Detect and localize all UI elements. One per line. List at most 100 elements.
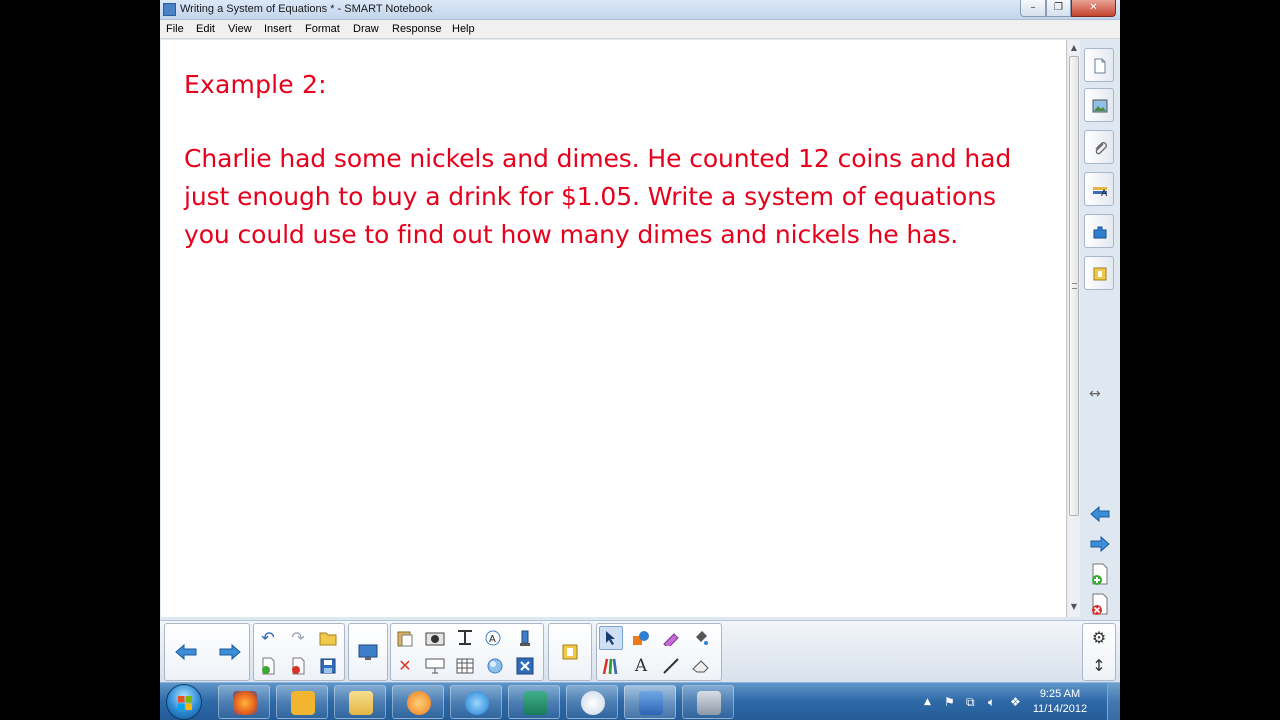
menu-view[interactable]: View	[228, 23, 252, 35]
delete-page-icon[interactable]	[1087, 591, 1113, 617]
insert-table-button[interactable]	[453, 654, 477, 678]
restore-button[interactable]: ❐	[1046, 0, 1071, 17]
problem-text-line[interactable]: you could use to find out how many dimes…	[184, 220, 958, 249]
menu-draw[interactable]: Draw	[353, 23, 379, 35]
eraser-icon	[692, 660, 709, 673]
paste-button[interactable]	[393, 626, 417, 650]
document-camera-button[interactable]	[453, 626, 477, 650]
spotlight-circle-icon	[487, 658, 503, 674]
redo-button[interactable]: ↷	[286, 626, 310, 650]
response-button[interactable]	[558, 640, 582, 664]
menu-response[interactable]: Response	[392, 23, 442, 35]
network-icon[interactable]: ⧉	[966, 695, 975, 710]
attachments-tab[interactable]	[1084, 130, 1114, 164]
text-tool-button[interactable]: A	[629, 654, 653, 678]
delete-page-button[interactable]	[286, 654, 310, 678]
gallery-tab[interactable]	[1084, 88, 1114, 122]
taskbar-outlook[interactable]	[276, 685, 328, 719]
screen-shade-button[interactable]	[356, 640, 380, 664]
handwriting-recognition-icon: A	[485, 630, 501, 646]
notebook-page[interactable]: Example 2: Charlie had some nickels and …	[161, 40, 1067, 617]
clock-time[interactable]: 9:25 AM	[1025, 688, 1095, 700]
line-icon	[663, 658, 679, 674]
cursor-arrow-icon	[606, 631, 615, 645]
explorer-icon	[349, 691, 373, 715]
close-tool-button[interactable]	[513, 654, 537, 678]
screen-capture-button[interactable]	[423, 626, 447, 650]
scroll-thumb[interactable]	[1069, 56, 1079, 516]
shapes-tool-button[interactable]	[629, 626, 653, 650]
close-button[interactable]: ✕	[1071, 0, 1116, 17]
pens-tool-button[interactable]	[599, 654, 623, 678]
menu-insert[interactable]: Insert	[264, 23, 292, 35]
eraser-tool-button[interactable]	[689, 654, 713, 678]
close-box-icon	[516, 657, 534, 675]
magic-pen-icon	[663, 633, 679, 646]
menu-help[interactable]: Help	[452, 23, 475, 35]
open-file-button[interactable]	[316, 626, 340, 650]
resize-handle-icon[interactable]: ↔	[1089, 386, 1101, 402]
start-button[interactable]	[166, 684, 202, 720]
taskbar-internet-explorer[interactable]	[450, 685, 502, 719]
tray-overflow-arrow-icon[interactable]: ▲	[924, 697, 931, 707]
properties-icon: A	[1093, 187, 1108, 198]
pen-stand-icon	[520, 630, 530, 646]
save-button[interactable]	[316, 654, 340, 678]
action-center-flag-icon[interactable]: ⚑	[944, 695, 955, 709]
select-tool-button[interactable]	[599, 626, 623, 650]
next-page-button[interactable]	[218, 640, 242, 664]
properties-tab[interactable]: A	[1084, 172, 1114, 206]
publisher-icon	[523, 691, 547, 715]
save-disk-icon	[320, 658, 336, 674]
problem-text-line[interactable]: Charlie had some nickels and dimes. He c…	[184, 144, 1011, 173]
menu-format[interactable]: Format	[305, 23, 340, 35]
magic-pen-button[interactable]	[659, 626, 683, 650]
taskbar-explorer[interactable]	[334, 685, 386, 719]
line-tool-button[interactable]	[659, 654, 683, 678]
add-page-button[interactable]	[256, 654, 280, 678]
minimize-button[interactable]: –	[1020, 0, 1046, 17]
paint-icon	[581, 691, 605, 715]
show-desktop-button[interactable]	[1107, 683, 1120, 720]
open-folder-icon	[319, 632, 337, 646]
document-camera-icon	[458, 630, 472, 645]
add-page-small-icon	[262, 657, 275, 675]
undo-button[interactable]: ↶	[256, 626, 280, 650]
add-page-icon[interactable]	[1087, 561, 1113, 587]
delete-button[interactable]: ✕	[393, 654, 417, 678]
move-toolbar-button[interactable]: ↕	[1087, 654, 1111, 678]
full-screen-button[interactable]	[423, 654, 447, 678]
customize-toolbar-button[interactable]: ⚙	[1087, 626, 1111, 650]
taskbar-media-player[interactable]	[392, 685, 444, 719]
taskbar-publisher[interactable]	[508, 685, 560, 719]
taskbar-smart-notebook[interactable]	[624, 685, 676, 719]
vertical-scrollbar[interactable]: ▲ ▼	[1068, 40, 1080, 617]
page-sorter-tab[interactable]	[1084, 48, 1114, 82]
fill-tool-button[interactable]	[689, 626, 713, 650]
display-screen-icon	[358, 644, 378, 660]
volume-icon[interactable]: 🔈︎	[988, 695, 995, 710]
taskbar-smart-tools[interactable]	[682, 685, 734, 719]
taskbar-firefox[interactable]	[218, 685, 270, 719]
menu-edit[interactable]: Edit	[196, 23, 215, 35]
handwriting-button[interactable]: A	[483, 626, 507, 650]
clock-date[interactable]: 11/14/2012	[1025, 703, 1095, 715]
example-heading[interactable]: Example 2:	[184, 70, 327, 99]
spotlight-button[interactable]	[483, 654, 507, 678]
scroll-up-arrow-icon[interactable]: ▲	[1068, 42, 1080, 54]
smart-notebook-app-icon	[163, 3, 176, 16]
addons-tab[interactable]	[1084, 214, 1114, 248]
menu-bar: File Edit View Insert Format Draw Respon…	[160, 20, 1120, 39]
next-page-icon[interactable]	[1087, 531, 1113, 557]
scroll-down-arrow-icon[interactable]: ▼	[1068, 601, 1080, 613]
previous-page-icon[interactable]	[1087, 501, 1113, 527]
dropbox-icon[interactable]: ❖	[1010, 695, 1021, 709]
table-tool-button[interactable]	[513, 626, 537, 650]
taskbar-paint[interactable]	[566, 685, 618, 719]
previous-page-button[interactable]	[174, 640, 198, 664]
side-tab-bar: A ↔	[1081, 40, 1120, 620]
menu-file[interactable]: File	[166, 23, 184, 35]
lesson-activity-tab[interactable]	[1084, 256, 1114, 290]
problem-text-line[interactable]: just enough to buy a drink for $1.05. Wr…	[184, 182, 996, 211]
colored-pens-icon	[602, 658, 618, 675]
